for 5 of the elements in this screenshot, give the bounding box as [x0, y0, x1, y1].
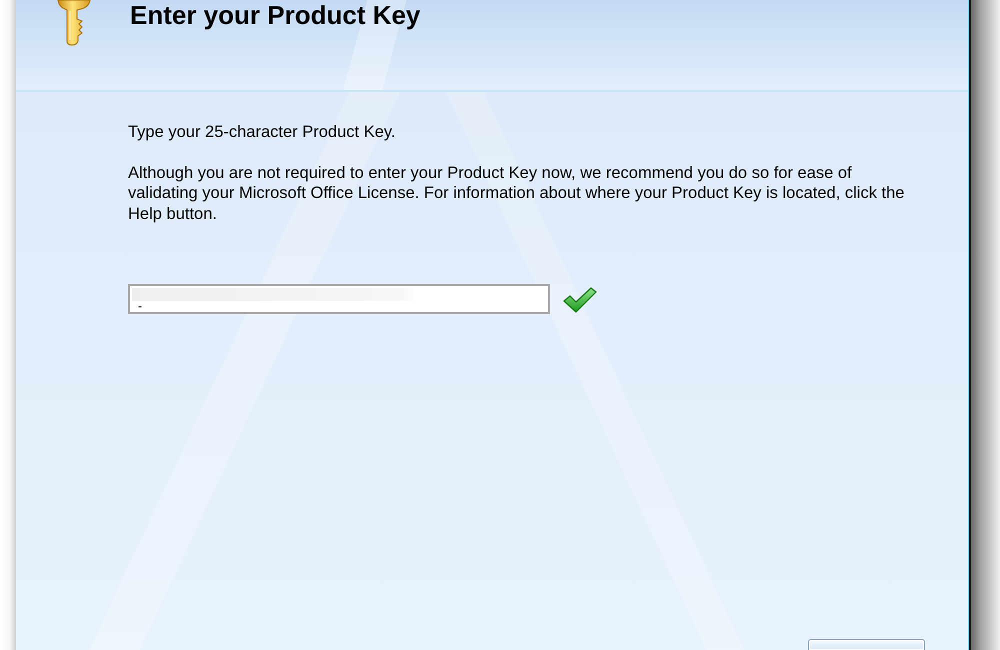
key-icon	[57, 0, 91, 46]
dialog-title: Enter your Product Key	[130, 0, 420, 30]
instruction-text: Type your 25-character Product Key.	[128, 122, 396, 142]
dialog-button[interactable]	[808, 639, 925, 650]
description-text: Although you are not required to enter your Product Key now, we recommend you do so for ease of validating your Microsoft Office License. For information about where your Product Key is located, click the Help button.	[128, 162, 906, 224]
